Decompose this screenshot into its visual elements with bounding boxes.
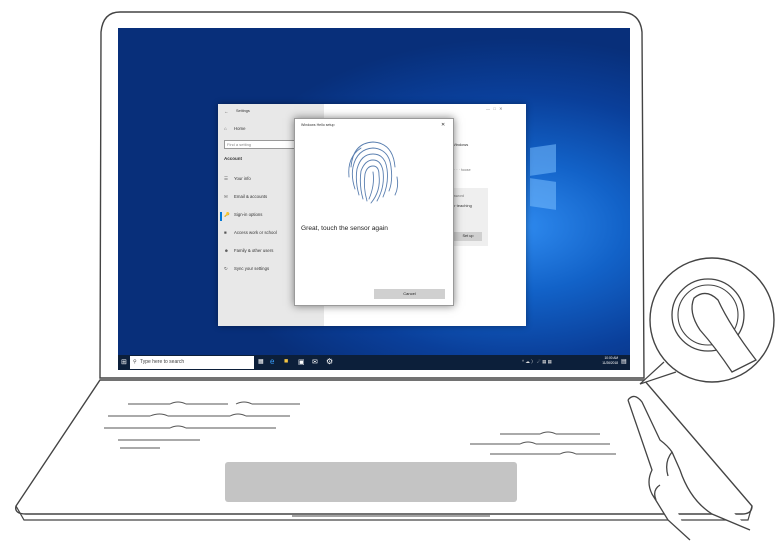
- tray-icons[interactable]: ^ ☁ 〉 ☄ ▦ ▦: [522, 359, 552, 365]
- nav-email-accounts[interactable]: ✉ Email & accounts: [224, 194, 267, 200]
- sync-icon: ↻: [224, 266, 228, 271]
- briefcase-icon: ■: [224, 230, 227, 235]
- home-icon: ⌂: [224, 126, 227, 131]
- settings-gear-icon[interactable]: ⚙: [326, 357, 333, 366]
- windows-hello-dialog: Windows Hello setup ✕ Great, touch the s…: [294, 118, 454, 306]
- windows-logo-decor-2: [530, 178, 556, 210]
- selected-indicator: [220, 212, 222, 221]
- mail-icon: ✉: [224, 194, 228, 199]
- clock-date: 11/26/2018: [602, 360, 618, 365]
- notification-icon[interactable]: ▤: [621, 358, 627, 365]
- content-partial-choose: · · · · hoose: [452, 168, 471, 172]
- touchpad: [225, 462, 517, 502]
- back-arrow-icon[interactable]: ←: [224, 109, 229, 114]
- taskbar-search-input[interactable]: Type here to search: [130, 356, 254, 369]
- close-icon[interactable]: ✕: [441, 122, 445, 128]
- nav-your-info[interactable]: ☰ Your info: [224, 176, 251, 182]
- content-partial-teaching: ur teaching: [452, 203, 472, 208]
- nav-home-label: Home: [234, 126, 246, 131]
- dialog-title: Windows Hello setup: [301, 123, 335, 127]
- nav-sign-in-options[interactable]: 🔑 Sign-in options: [224, 212, 262, 218]
- nav-your-info-label: Your info: [234, 176, 251, 181]
- window-controls[interactable]: — □ ✕: [486, 106, 502, 111]
- key-icon: 🔑: [224, 212, 230, 217]
- cancel-button[interactable]: Cancel: [374, 289, 445, 299]
- keyboard-hint-lines: [104, 401, 300, 449]
- nav-sync-label: Sync your settings: [234, 266, 270, 271]
- search-icon: ⚲: [133, 359, 137, 365]
- nav-home[interactable]: ⌂ Home: [224, 126, 245, 131]
- fingerprint-icon: [348, 141, 399, 204]
- laptop-front-edge: [15, 505, 753, 521]
- desktop-screen: ← Settings ⌂ Home Find a setting Account …: [118, 28, 630, 370]
- file-explorer-icon[interactable]: ■: [284, 358, 288, 365]
- mail-taskbar-icon[interactable]: ✉: [312, 358, 318, 366]
- nav-sign-in-label: Sign-in options: [234, 212, 263, 217]
- person-card-icon: ☰: [224, 176, 229, 181]
- nav-access-work-label: Access work or school: [234, 230, 277, 235]
- nav-sync-settings[interactable]: ↻ Sync your settings: [224, 266, 269, 272]
- edge-browser-icon[interactable]: e: [270, 357, 274, 366]
- task-view-icon[interactable]: ▦: [258, 358, 264, 365]
- nav-access-work[interactable]: ■ Access work or school: [224, 230, 277, 235]
- people-icon: ☻: [224, 248, 229, 253]
- nav-email-label: Email & accounts: [234, 194, 268, 199]
- section-heading-account: Account: [224, 156, 242, 161]
- dialog-message: Great, touch the sensor again: [301, 225, 388, 232]
- set-up-button[interactable]: Set up: [454, 232, 482, 241]
- taskbar-clock[interactable]: 10:00 AM 11/26/2018: [592, 356, 618, 365]
- start-button-icon[interactable]: ⊞: [121, 358, 127, 366]
- nav-family-users[interactable]: ☻ Family & other users: [224, 248, 273, 253]
- windows-logo-decor: [530, 144, 556, 176]
- taskbar: ⊞ Type here to search ⚲ ▦ e ■ ▣ ✉ ⚙ ^ ☁ …: [118, 355, 630, 370]
- content-partial-windows: Windows: [452, 142, 469, 147]
- hand-illustration: [627, 395, 751, 541]
- store-icon[interactable]: ▣: [298, 358, 305, 366]
- settings-window-title: Settings: [236, 109, 250, 113]
- nav-family-label: Family & other users: [234, 248, 274, 253]
- keyboard-hint-lines-right: [470, 431, 616, 455]
